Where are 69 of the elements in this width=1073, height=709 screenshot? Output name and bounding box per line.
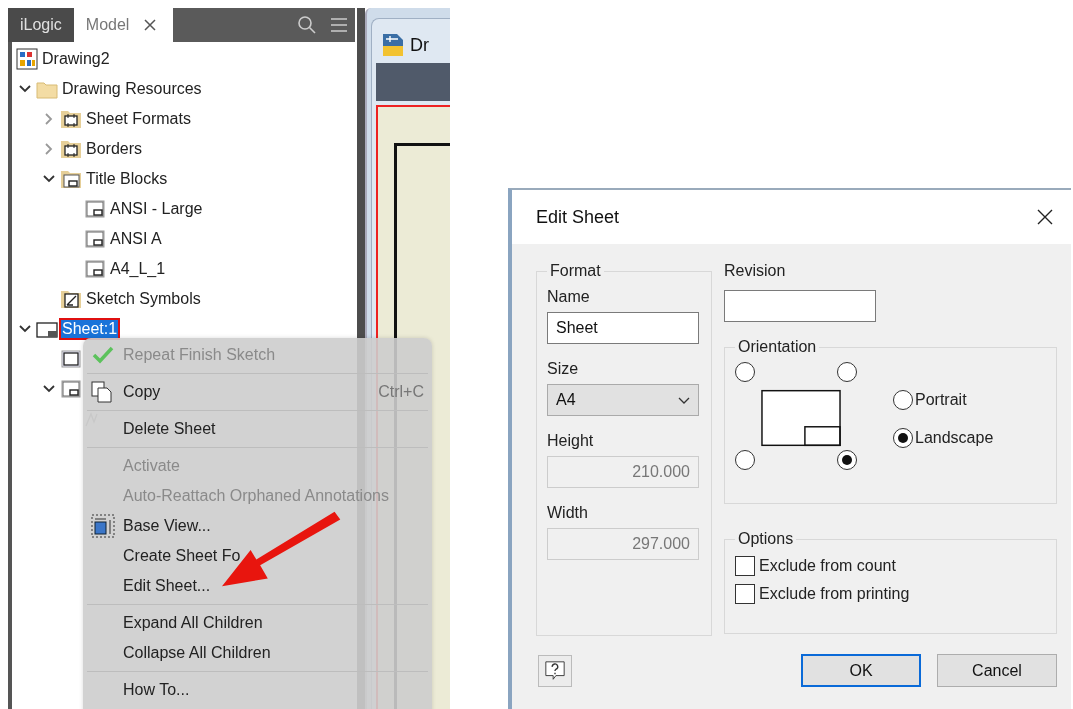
checkbox[interactable]	[735, 556, 755, 576]
field-label: Revision	[724, 262, 787, 280]
size-dropdown[interactable]: A4	[547, 384, 699, 416]
menu-item[interactable]: Copy Ctrl+C	[83, 377, 432, 407]
tree-item[interactable]: ANSI A	[109, 230, 163, 248]
checkbox[interactable]	[735, 584, 755, 604]
field-label: Size	[547, 360, 580, 378]
help-button[interactable]	[538, 654, 572, 687]
border-icon	[60, 348, 82, 370]
tree-item[interactable]: Sheet Formats	[85, 110, 192, 128]
tree-item[interactable]: Sheet:1	[61, 320, 119, 338]
browser-tab[interactable]: Model	[73, 8, 174, 42]
close-icon[interactable]	[1037, 209, 1053, 225]
browser-tab[interactable]: iLogic	[8, 8, 74, 42]
group-title: Format	[549, 262, 602, 280]
radio-button[interactable]	[735, 362, 755, 382]
revision-field[interactable]	[724, 290, 876, 322]
menu-item[interactable]: Base View...	[83, 511, 432, 541]
radio-button[interactable]	[735, 450, 755, 470]
title-block-icon	[60, 378, 82, 400]
dialog-title: Edit Sheet	[536, 206, 620, 228]
title-block-icon	[84, 198, 106, 220]
menu-item[interactable]: Expand All Children	[83, 608, 432, 638]
search-icon[interactable]	[297, 15, 317, 35]
field-label: Height	[547, 432, 595, 450]
field-label: Width	[547, 504, 589, 522]
option-label: Landscape	[915, 429, 994, 447]
tree-item[interactable]: Drawing2	[41, 50, 111, 68]
radio-button[interactable]	[893, 390, 913, 410]
group-title: Orientation	[737, 338, 818, 356]
copy-icon	[91, 380, 115, 404]
radio-button[interactable]	[893, 428, 913, 448]
option-label: Exclude from printing	[759, 585, 910, 603]
sheet-layout-icon	[761, 389, 841, 447]
title-block-icon	[84, 228, 106, 250]
sketch-symbol-icon	[60, 288, 82, 310]
menu-item[interactable]: Collapse All Children	[83, 638, 432, 668]
title-block-icon	[84, 258, 106, 280]
window-title: Dr	[410, 34, 429, 56]
menu-item[interactable]: Edit Sheet...	[83, 571, 432, 601]
field-label: Name	[547, 288, 591, 306]
tree-item[interactable]: Sketch Symbols	[85, 290, 202, 308]
tree-item[interactable]: Title Blocks	[85, 170, 169, 188]
radio-button[interactable]	[837, 450, 857, 470]
help-icon	[544, 659, 566, 682]
tree-item[interactable]: Drawing Resources	[61, 80, 203, 98]
menu-item[interactable]: Delete Sheet	[83, 414, 432, 444]
shortcut-text: Ctrl+C	[378, 383, 425, 401]
radio-button[interactable]	[837, 362, 857, 382]
tree-item[interactable]: A4_L_1	[109, 260, 167, 278]
dialog-button[interactable]: Cancel	[937, 654, 1057, 687]
base-view-icon	[91, 514, 115, 538]
menu-icon[interactable]	[329, 15, 349, 35]
drawing-document-icon	[382, 33, 404, 57]
tree-item[interactable]: ANSI - Large	[109, 200, 204, 218]
dialog-button[interactable]: OK	[801, 654, 921, 687]
option-label: Portrait	[915, 391, 967, 409]
folder-icon	[60, 108, 82, 130]
close-icon[interactable]	[143, 18, 158, 32]
folder-icon	[60, 138, 82, 160]
drawing-icon	[16, 48, 38, 70]
option-label: Exclude from count	[759, 557, 896, 575]
chevron-down-icon	[678, 396, 690, 404]
menu-item[interactable]: How To...	[83, 675, 432, 705]
input-field[interactable]: Sheet	[547, 312, 699, 344]
menu-item[interactable]: Create Sheet Fo	[83, 541, 432, 571]
folder-icon	[60, 168, 82, 190]
group-title: Options	[737, 530, 795, 548]
tree-item[interactable]: Borders	[85, 140, 144, 158]
